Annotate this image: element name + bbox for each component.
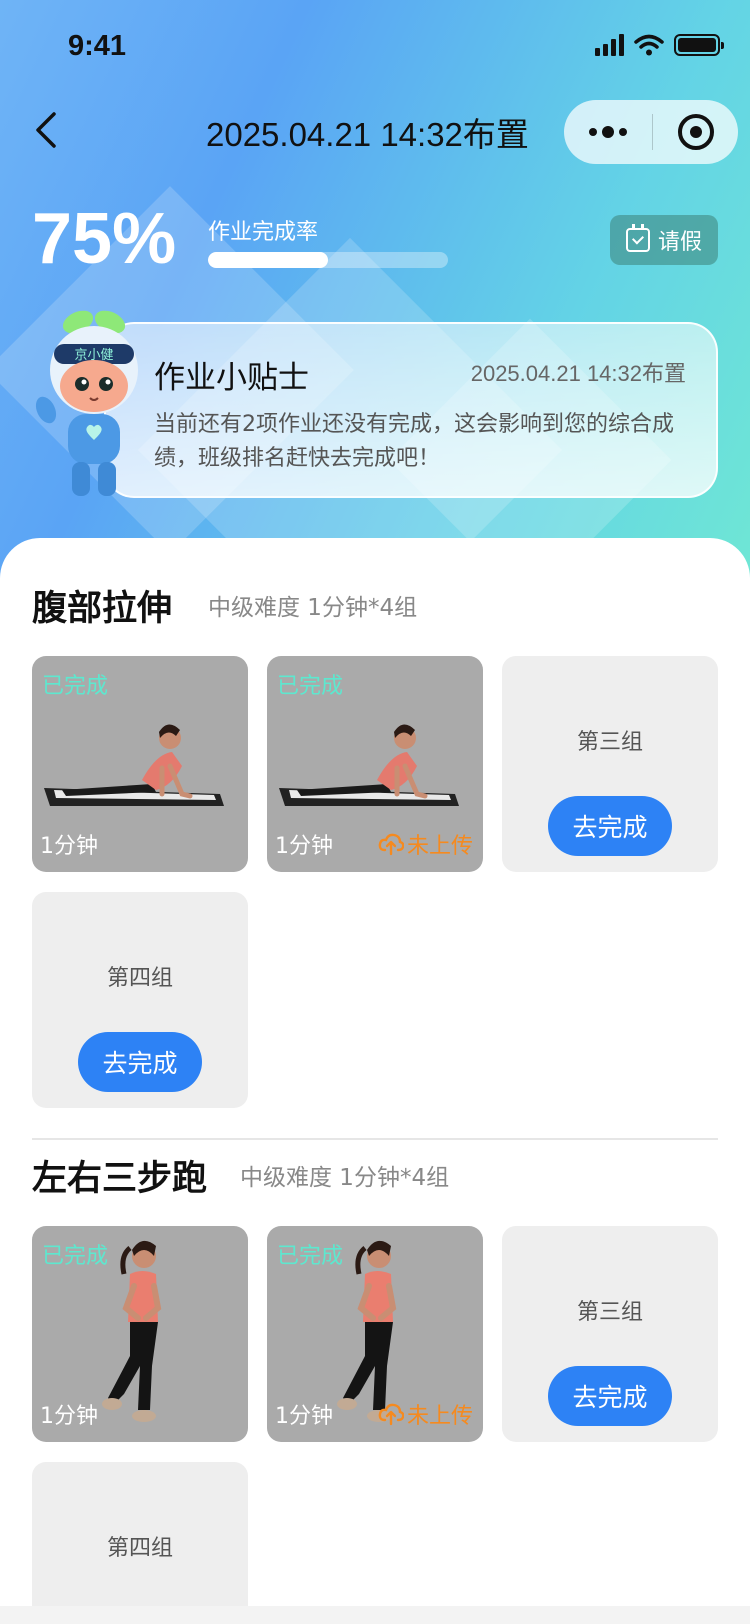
completed-set-card[interactable]: 已完成 1分钟 未上传 xyxy=(267,656,483,872)
completed-status: 已完成 xyxy=(42,1244,109,1269)
completed-status: 已完成 xyxy=(277,1244,344,1269)
section-meta: 中级难度 1分钟*4组 xyxy=(208,595,418,621)
target-icon xyxy=(677,114,714,150)
cloud-upload-icon xyxy=(378,1403,404,1426)
not-uploaded-label: 未上传 xyxy=(406,834,473,859)
mascot-robot: 京小健 xyxy=(35,310,138,496)
set-duration: 1分钟 xyxy=(40,834,98,859)
leave-button-label: 请假 xyxy=(657,230,702,255)
not-uploaded-indicator[interactable]: 未上传 xyxy=(378,1398,473,1430)
wifi-icon xyxy=(634,34,664,56)
completed-status: 已完成 xyxy=(42,674,109,699)
cloud-upload-icon xyxy=(378,833,404,856)
bottom-edge xyxy=(0,1606,750,1624)
tip-title: 作业小贴士 xyxy=(154,360,309,396)
section-meta: 中级难度 1分钟*4组 xyxy=(240,1165,450,1191)
homework-tip-card: 作业小贴士 2025.04.21 14:32布置 当前还有2项作业还没有完成，这… xyxy=(104,322,718,498)
more-icon[interactable] xyxy=(564,100,652,164)
set-label: 第三组 xyxy=(576,1300,643,1325)
set-duration: 1分钟 xyxy=(275,834,333,859)
pending-set-card[interactable]: 第三组 去完成 xyxy=(502,656,718,872)
section-title: 腹部拉伸 xyxy=(32,589,173,629)
tip-text: 当前还有2项作业还没有完成，这会影响到您的综合成绩，班级排名赶快去完成吧！ xyxy=(154,412,674,471)
status-time: 9:41 xyxy=(68,30,127,62)
not-uploaded-label: 未上传 xyxy=(406,1404,473,1429)
status-bar: 9:41 xyxy=(0,0,750,96)
leave-button[interactable]: 请假 xyxy=(610,215,718,265)
complete-set-button[interactable]: 去完成 xyxy=(548,796,672,856)
set-duration: 1分钟 xyxy=(40,1404,98,1429)
set-label: 第四组 xyxy=(106,1536,173,1561)
completion-progress-bar xyxy=(208,252,448,268)
set-duration: 1分钟 xyxy=(275,1404,333,1429)
back-icon[interactable] xyxy=(28,108,68,152)
pending-set-card[interactable]: 第四组 去完成 xyxy=(32,892,248,1108)
calendar-check-icon xyxy=(625,224,650,252)
completion-rate: 75% xyxy=(32,199,177,279)
completion-rate-label: 作业完成率 xyxy=(208,220,319,245)
close-miniprogram-button[interactable] xyxy=(653,114,738,150)
completed-status: 已完成 xyxy=(277,674,344,699)
not-uploaded-indicator[interactable]: 未上传 xyxy=(378,828,473,860)
page-title: 2025.04.21 14:32布置 xyxy=(206,116,529,153)
complete-set-button[interactable]: 去完成 xyxy=(78,1032,202,1092)
nav-bar: 2025.04.21 14:32布置 xyxy=(0,96,750,166)
completed-set-card[interactable]: 已完成 1分钟 xyxy=(32,1226,248,1442)
complete-set-button[interactable]: 去完成 xyxy=(548,1366,672,1426)
section-divider xyxy=(32,1138,718,1140)
completed-set-card[interactable]: 已完成 1分钟 xyxy=(32,656,248,872)
pending-set-card[interactable]: 第四组 xyxy=(32,1462,248,1624)
completion-progress-fill xyxy=(208,252,328,268)
completed-set-card[interactable]: 已完成 1分钟 未上传 xyxy=(267,1226,483,1442)
signal-icon xyxy=(595,34,624,56)
miniprogram-capsule xyxy=(564,100,738,164)
battery-icon xyxy=(674,34,724,56)
status-icons xyxy=(595,34,724,56)
set-label: 第三组 xyxy=(576,730,643,755)
tip-date: 2025.04.21 14:32布置 xyxy=(470,361,686,386)
set-label: 第四组 xyxy=(106,966,173,991)
pending-set-card[interactable]: 第三组 去完成 xyxy=(502,1226,718,1442)
section-title: 左右三步跑 xyxy=(32,1159,208,1199)
